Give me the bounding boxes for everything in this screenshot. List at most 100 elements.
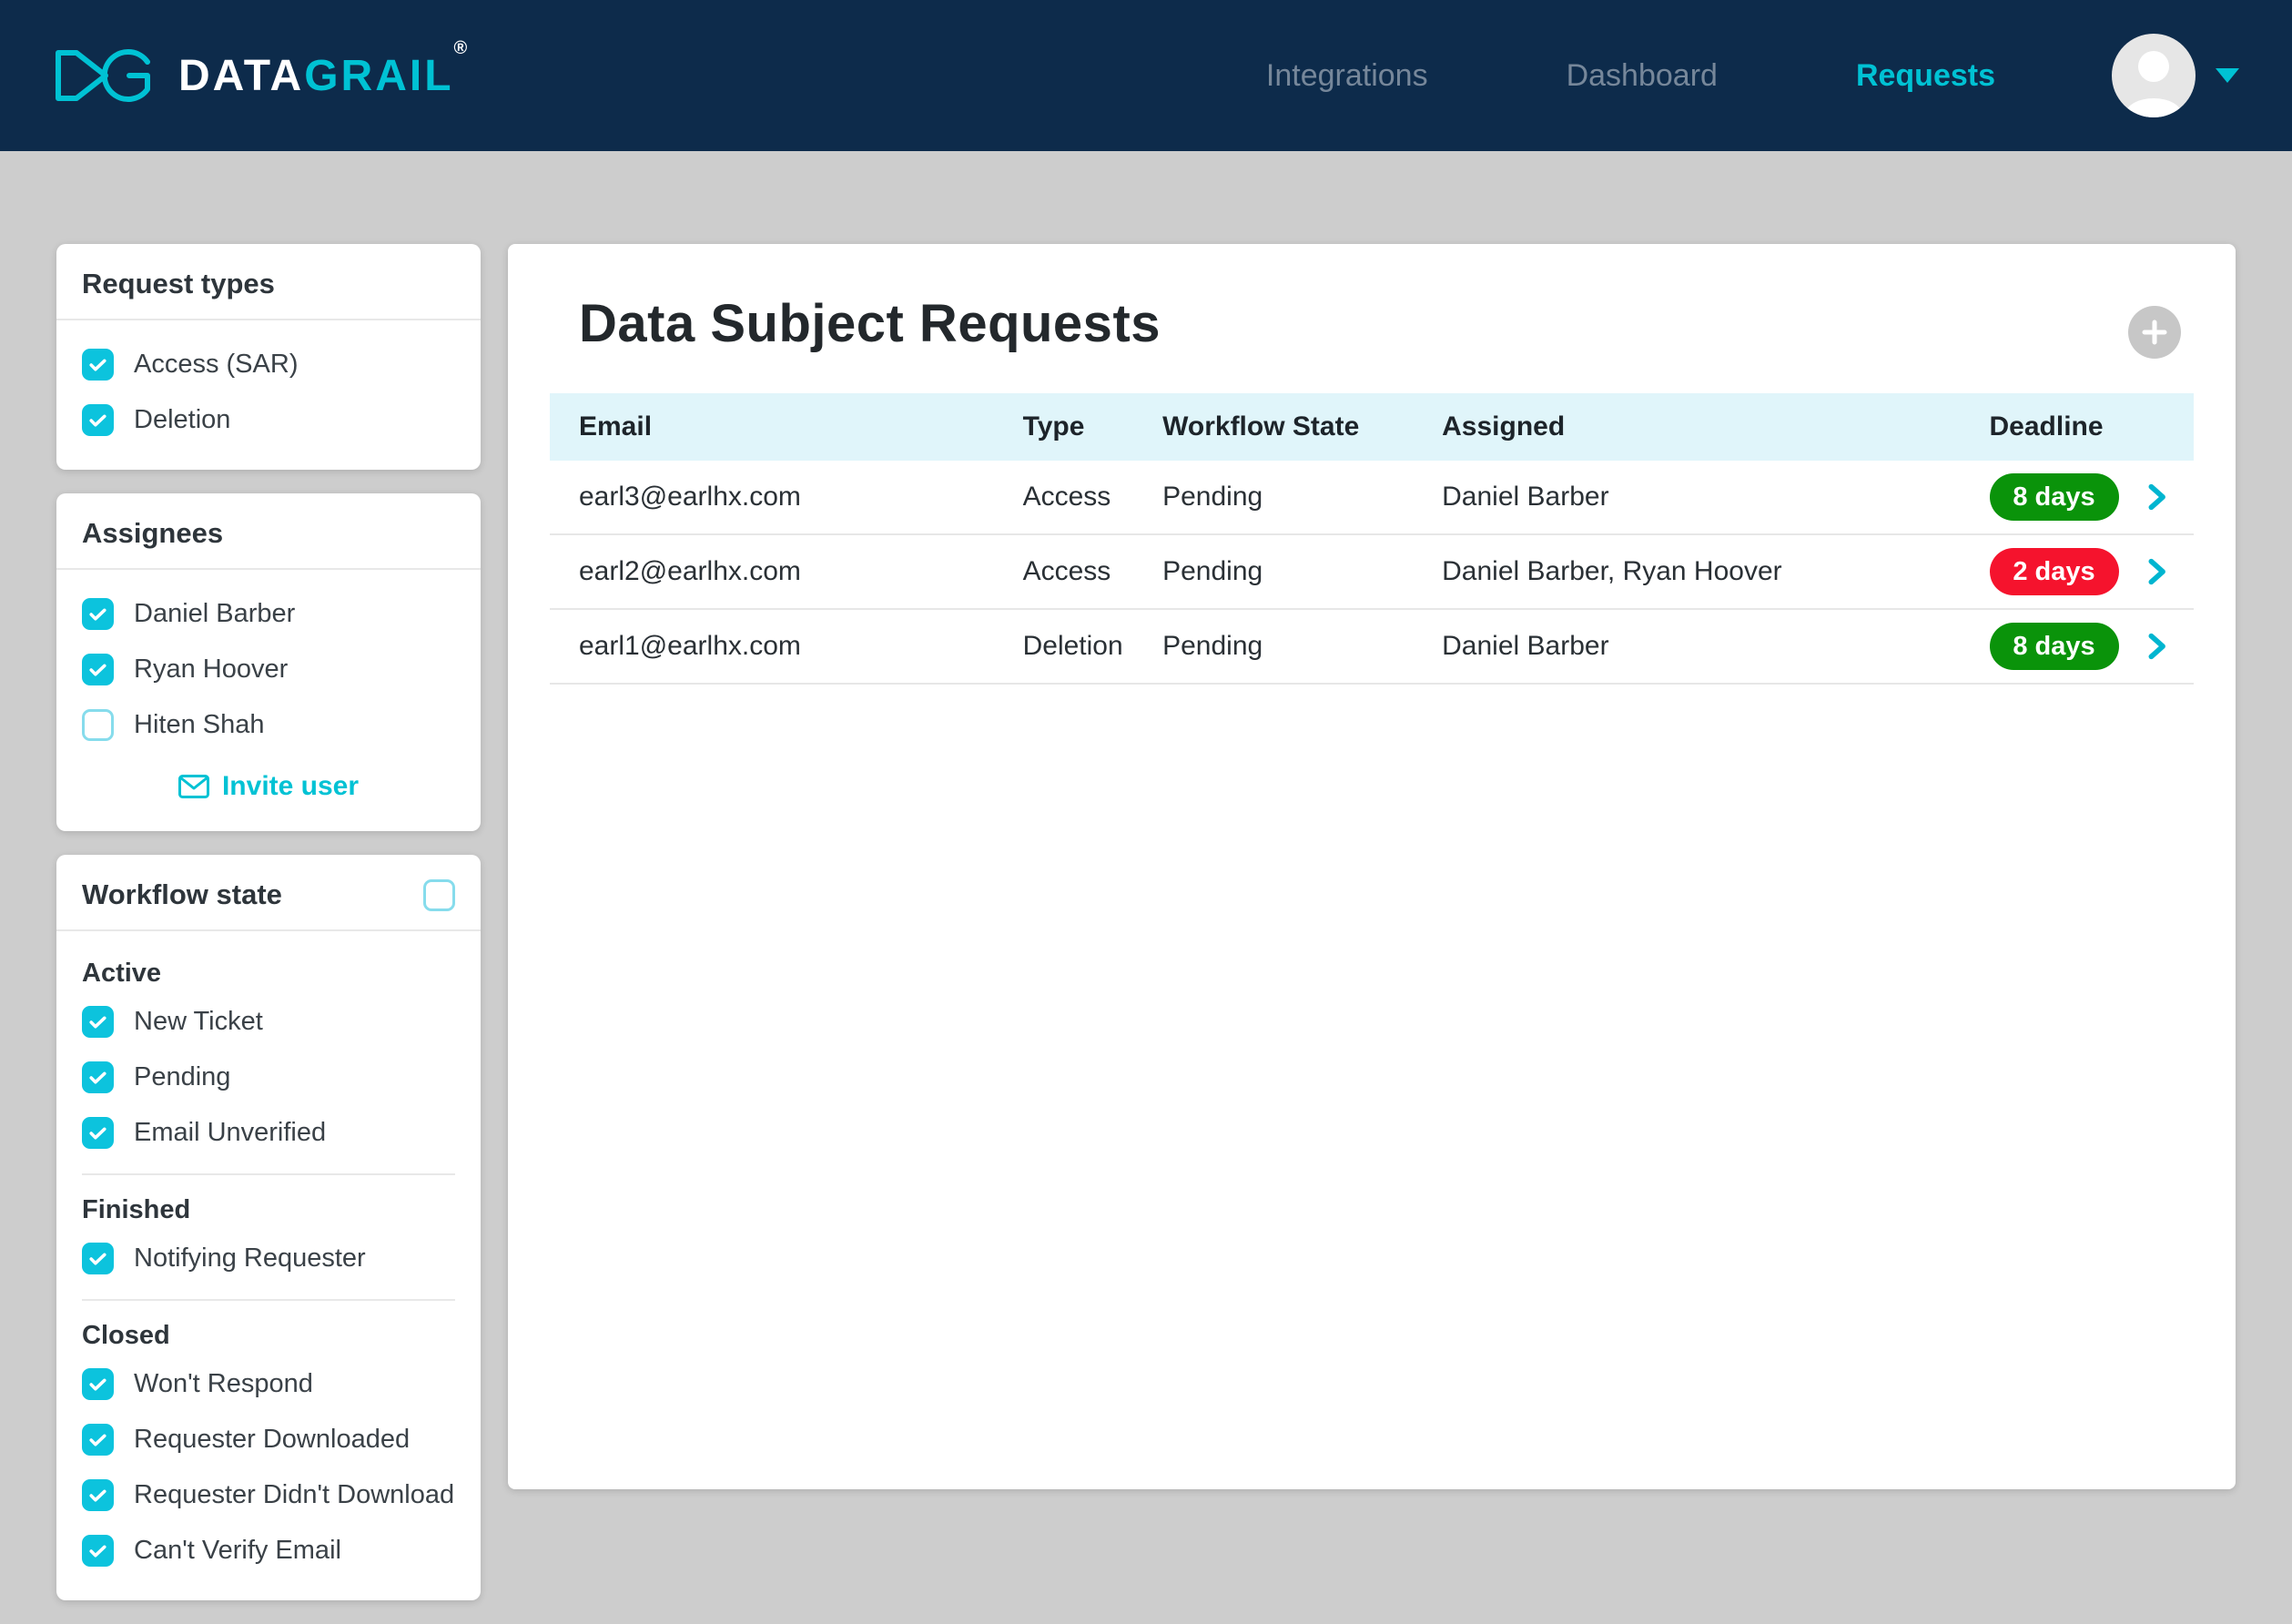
filter-ryan-hoover[interactable]: Ryan Hoover [82,642,455,697]
brand-word-data: DATA [178,52,304,100]
nav-item-integrations[interactable]: Integrations [1266,58,1428,94]
cell-deadline: 2 days [1961,548,2120,595]
column-header-email: Email [550,411,994,442]
checkbox-checked-icon[interactable] [82,349,114,381]
filter-cant-verify-email[interactable]: Can't Verify Email [82,1523,455,1578]
checkbox-checked-icon[interactable] [82,598,114,630]
filter-label: Requester Downloaded [134,1425,410,1455]
filter-label: Can't Verify Email [134,1536,341,1566]
cell-assigned: Daniel Barber [1413,482,1960,513]
filter-email-unverified[interactable]: Email Unverified [82,1105,455,1161]
filter-requester-downloaded[interactable]: Requester Downloaded [82,1412,455,1467]
nav-item-dashboard[interactable]: Dashboard [1567,58,1718,94]
cell-assigned: Daniel Barber [1413,631,1960,662]
brand-logo[interactable]: DATAGRAIL® [53,47,467,104]
deadline-badge: 8 days [1990,623,2119,670]
nav-item-requests[interactable]: Requests [1856,58,1995,94]
filter-label: Hiten Shah [134,710,265,740]
open-request-button[interactable] [2120,631,2194,662]
plus-icon [2141,319,2168,346]
checkbox-checked-icon[interactable] [82,1243,114,1274]
assignees-title: Assignees [82,517,223,550]
chevron-down-icon[interactable] [2216,68,2239,83]
table-header-row: Email Type Workflow State Assigned Deadl… [550,393,2194,461]
checkbox-checked-icon[interactable] [82,1006,114,1038]
brand-word-grail: GRAIL [304,52,453,100]
filter-label: Notifying Requester [134,1243,366,1274]
filter-daniel-barber[interactable]: Daniel Barber [82,586,455,642]
requests-panel-header: Data Subject Requests [508,244,2236,393]
filter-pending[interactable]: Pending [82,1050,455,1105]
workflow-group-finished: Finished [82,1184,455,1231]
workflow-select-all-checkbox[interactable] [423,879,455,911]
filter-label: Ryan Hoover [134,655,288,685]
checkbox-checked-icon[interactable] [82,654,114,685]
workflow-state-card: Workflow state Active New Ticket Pending… [56,855,481,1600]
filters-sidebar: Request types Access (SAR) Deletion Assi… [56,244,481,1624]
account-menu[interactable] [2112,34,2239,117]
column-header-workflow-state: Workflow State [1133,411,1413,442]
checkbox-checked-icon[interactable] [82,404,114,436]
checkbox-checked-icon[interactable] [82,1479,114,1511]
chevron-right-icon [2141,556,2172,587]
open-request-button[interactable] [2120,482,2194,513]
workflow-group-closed: Closed [82,1310,455,1356]
filter-requester-didnt-download[interactable]: Requester Didn't Download [82,1467,455,1523]
checkbox-checked-icon[interactable] [82,1535,114,1567]
filter-label: Pending [134,1062,230,1092]
assignees-header: Assignees [56,493,481,570]
filter-deletion[interactable]: Deletion [82,392,455,448]
filter-label: Deletion [134,405,230,435]
checkbox-checked-icon[interactable] [82,1368,114,1400]
workflow-group-active: Active [82,948,455,994]
cell-type: Access [994,482,1134,513]
table-row[interactable]: earl3@earlhx.com Access Pending Daniel B… [550,461,2194,535]
filter-new-ticket[interactable]: New Ticket [82,994,455,1050]
cell-workflow-state: Pending [1133,631,1413,662]
add-request-button[interactable] [2128,306,2181,359]
cell-email: earl1@earlhx.com [550,631,994,662]
datagrail-mark-icon [53,47,155,104]
filter-notifying-requester[interactable]: Notifying Requester [82,1231,455,1286]
filter-label: Won't Respond [134,1369,313,1399]
page-body: Request types Access (SAR) Deletion Assi… [0,151,2292,1624]
table-row[interactable]: earl1@earlhx.com Deletion Pending Daniel… [550,610,2194,685]
cell-email: earl2@earlhx.com [550,556,994,587]
nav-links: Integrations Dashboard Requests [1266,58,1995,94]
checkbox-checked-icon[interactable] [82,1061,114,1093]
checkbox-checked-icon[interactable] [82,1424,114,1456]
checkbox-unchecked-icon[interactable] [82,709,114,741]
filter-access-sar[interactable]: Access (SAR) [82,337,455,392]
chevron-right-icon [2141,631,2172,662]
request-types-body: Access (SAR) Deletion [56,320,481,470]
invite-user-link[interactable]: Invite user [82,753,455,809]
brand-wordmark: DATAGRAIL® [178,51,467,101]
checkbox-checked-icon[interactable] [82,1117,114,1149]
cell-type: Access [994,556,1134,587]
filter-label: New Ticket [134,1007,263,1037]
open-request-button[interactable] [2120,556,2194,587]
request-types-header: Request types [56,244,481,320]
column-header-deadline: Deadline [1961,411,2120,442]
requests-panel: Data Subject Requests Email Type Workflo… [508,244,2236,1489]
avatar[interactable] [2112,34,2196,117]
filter-wont-respond[interactable]: Won't Respond [82,1356,455,1412]
cell-workflow-state: Pending [1133,556,1413,587]
table-row[interactable]: earl2@earlhx.com Access Pending Daniel B… [550,535,2194,610]
filter-label: Requester Didn't Download [134,1480,454,1510]
chevron-right-icon [2141,482,2172,513]
cell-deadline: 8 days [1961,473,2120,521]
assignees-body: Daniel Barber Ryan Hoover Hiten Shah Inv… [56,570,481,831]
cell-type: Deletion [994,631,1134,662]
cell-deadline: 8 days [1961,623,2120,670]
filter-label: Access (SAR) [134,350,298,380]
filter-label: Email Unverified [134,1118,326,1148]
column-header-type: Type [994,411,1134,442]
brand-registered-mark: ® [454,38,468,58]
envelope-icon [178,775,209,798]
filter-label: Daniel Barber [134,599,295,629]
deadline-badge: 2 days [1990,548,2119,595]
column-header-assigned: Assigned [1413,411,1960,442]
filter-hiten-shah[interactable]: Hiten Shah [82,697,455,753]
deadline-badge: 8 days [1990,473,2119,521]
